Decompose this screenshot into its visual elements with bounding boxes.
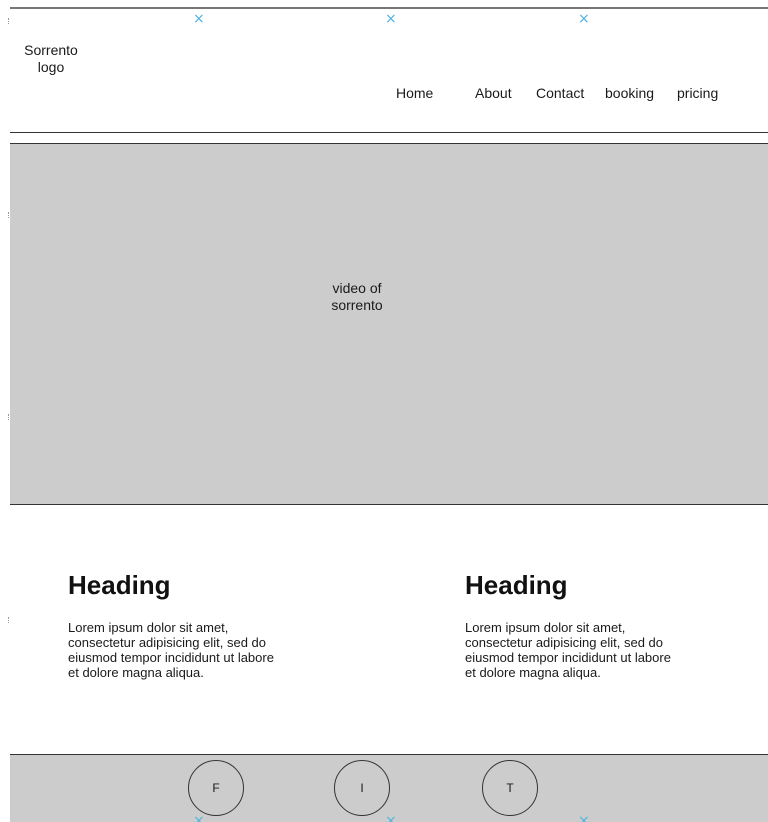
nav-about[interactable]: About	[475, 85, 512, 101]
column-text-right: Lorem ipsum dolor sit amet, consectetur …	[465, 620, 671, 680]
edge-marker	[8, 18, 11, 24]
instagram-icon[interactable]: I	[334, 760, 390, 816]
column-text-left: Lorem ipsum dolor sit amet, consectetur …	[68, 620, 274, 680]
edge-marker	[8, 617, 11, 623]
instagram-label: I	[360, 781, 364, 795]
column-heading-right: Heading	[465, 570, 568, 600]
hero-video-placeholder[interactable]: video of sorrento	[10, 143, 768, 505]
header-divider	[10, 132, 768, 133]
facebook-icon[interactable]: F	[188, 760, 244, 816]
column-heading-left: Heading	[68, 570, 171, 600]
hero-video-label: video of sorrento	[331, 280, 383, 313]
twitter-label: T	[506, 781, 514, 795]
nav-pricing[interactable]: pricing	[677, 85, 718, 101]
site-logo[interactable]: Sorrento logo	[14, 42, 88, 76]
guide-mark-icon: ×	[385, 11, 397, 27]
guide-mark-icon: ×	[193, 11, 205, 27]
guide-mark-icon: ×	[385, 813, 397, 822]
top-border	[10, 7, 768, 9]
nav-booking[interactable]: booking	[605, 85, 654, 101]
facebook-label: F	[212, 781, 220, 795]
guide-mark-icon: ×	[578, 11, 590, 27]
nav-contact[interactable]: Contact	[536, 85, 584, 101]
guide-mark-icon: ×	[578, 813, 590, 822]
footer: F I T	[10, 754, 768, 822]
nav-home[interactable]: Home	[396, 85, 433, 101]
twitter-icon[interactable]: T	[482, 760, 538, 816]
guide-mark-icon: ×	[193, 813, 205, 822]
wireframe-page: × × × Sorrento logo Home About Contact b…	[0, 0, 768, 822]
